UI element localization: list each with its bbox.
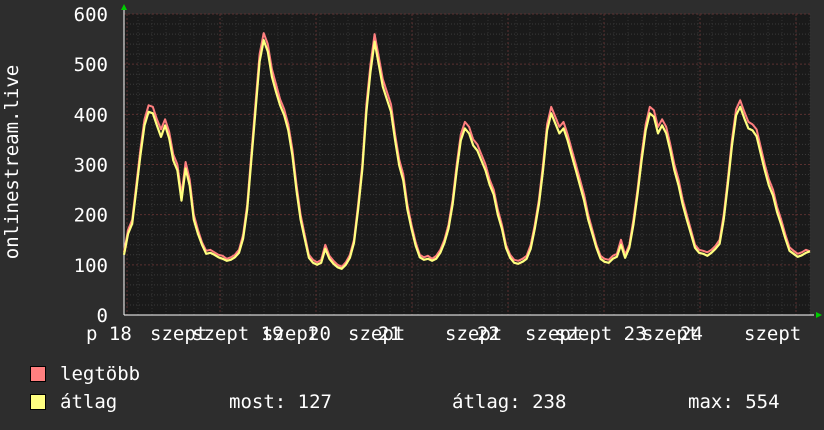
y-tick-label: 400 [74,104,108,126]
x-tick-label: szept 23 [555,323,647,345]
stat-average: átlag: 238 [452,391,567,413]
y-tick-label: 100 [74,255,108,277]
y-axis-label: onlinestream.live [1,64,23,260]
y-tick-label: 200 [74,205,108,227]
x-tick-label: 24 [680,323,703,345]
chart-panel: 0 100 200 300 400 500 600 p 18 szept szept 19 szep… [0,0,824,430]
stat-max: max: 554 [688,391,780,413]
x-tick-label: 21 [378,323,401,345]
legend-label-avg: átlag [60,391,118,413]
legend-label-max: legtöbb [60,363,141,385]
stat-now: most: 127 [229,391,332,413]
plot-area [124,14,810,315]
legend-swatch-avg [30,394,46,410]
x-axis-arrow [816,312,822,318]
y-axis-arrow [121,4,127,10]
y-tick-label: 500 [74,54,108,76]
x-tick-label: szept [744,323,801,345]
legend-item-avg: átlag [30,390,117,414]
line-chart: 0100200300400500600p 18 szeptszept 19szep… [74,4,822,345]
x-tick-label: p 18 [86,323,132,345]
legend-item-max: legtöbb [30,362,140,386]
y-tick-label: 600 [74,4,108,26]
legend-swatch-max [30,366,46,382]
x-tick-label: 22 [477,323,500,345]
x-tick-label: 20 [308,323,331,345]
y-tick-label: 300 [74,155,108,177]
